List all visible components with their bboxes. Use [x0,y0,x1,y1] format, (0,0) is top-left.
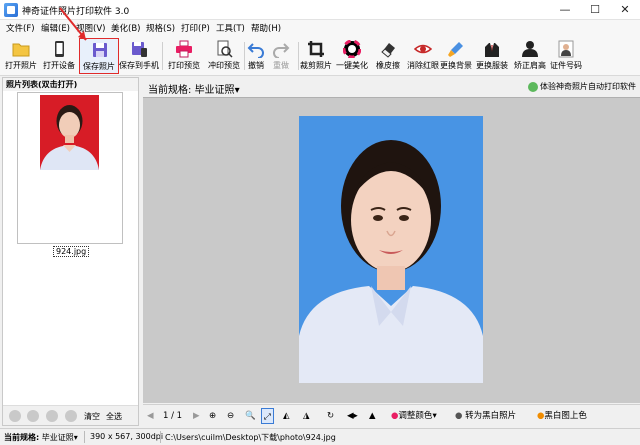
photo-canvas[interactable] [143,97,640,403]
rotate-icon[interactable]: ↻ [327,408,334,424]
arrow-right-icon [528,81,538,92]
photo-thumbnail[interactable] [17,92,123,244]
experience-link-label: 体验神奇照片自动打印软件 [540,82,636,91]
save-phone-icon [132,42,147,57]
current-spec-value: 毕业证照 [194,85,235,96]
flip-left-icon[interactable]: ◭ [283,408,290,424]
id-photo-icon [558,40,574,58]
printer-icon [176,40,192,58]
eraser-icon [381,43,395,58]
menu-spec[interactable]: 规格(S) [146,22,175,34]
add-icon[interactable] [46,410,58,422]
thumbnail-image [40,95,99,170]
id-number-label: 证件号码 [550,61,582,70]
experience-link[interactable]: 体验神奇照片自动打印软件 [528,81,636,92]
open-device-button[interactable]: 打开设备 [39,38,79,74]
photo-list-actions: 清空 全选 [3,405,138,425]
menu-beautify[interactable]: 美化(B) [111,22,140,34]
page-indicator: 1 / 1 [163,411,183,421]
photo-list-panel: 照片列表(双击打开) 924.jpg 清空 全选 [2,77,139,426]
app-icon [4,3,18,17]
status-divider [160,431,161,443]
status-divider [84,431,85,443]
brush-icon [448,42,463,57]
crop-icon [308,41,324,57]
prev-page-icon[interactable]: ◀ [147,408,154,424]
adjust-color-label: 调整颜色 [398,411,433,421]
zoom-out-icon[interactable]: ⊖ [227,408,234,424]
next-page-icon[interactable]: ▶ [193,408,200,424]
minimize-button[interactable]: — [550,0,580,20]
person-bw-icon: ● [455,411,463,421]
clear-button[interactable]: 清空 [84,411,100,422]
window-title: 神奇证件照片打印软件 3.0 [22,7,130,17]
mirror-vertical-icon[interactable]: ◀▸ [347,408,358,424]
photo-list-header: 照片列表(双击打开) [3,78,138,91]
current-spec-label: 当前规格: [148,85,192,96]
redo-icon [273,43,290,58]
folder-icon [12,43,30,57]
status-size: 390 x 567, 300dpi [90,432,164,441]
print-preview-button[interactable]: 打印预览 [164,38,204,74]
eye-icon [414,44,432,54]
menu-print[interactable]: 打印(P) [181,22,210,34]
suit-icon [485,43,499,57]
fit-window-icon[interactable]: ⤢ [261,408,274,424]
menu-edit[interactable]: 编辑(E) [41,22,70,34]
menu-view[interactable]: 视图(V) [76,22,105,34]
select-all-button[interactable]: 全选 [106,411,122,422]
current-spec[interactable]: 当前规格: 毕业证照▾ [148,81,240,96]
thumbnail-filename: 924.jpg [53,246,90,257]
maximize-button[interactable]: ☐ [580,0,610,20]
id-photo [299,116,483,383]
to-bw-button[interactable]: ● 转为黑白照片 [455,408,516,424]
save-to-phone-button[interactable]: 保存到手机 [119,38,159,74]
title-bar: 神奇证件照片打印软件 3.0 — ☐ ✕ [0,0,640,20]
save-to-phone-label: 保存到手机 [119,61,159,70]
bw-colorize-button[interactable]: ●黑白图上色 [537,408,587,424]
mirror-horizontal-icon[interactable]: ▲ [369,408,376,424]
status-bar: 当前规格: 毕业证照▾ 390 x 567, 300dpi C:\Users\c… [0,428,640,445]
chevron-down-icon: ▾ [234,85,240,96]
delete-icon[interactable] [65,410,77,422]
view-toolbar: ◀ 1 / 1 ▶ ⊕ ⊖ 🔍 ⤢ ◭ ◮ ↻ ◀▸ ▲ ●调整颜色▾ ● 转为… [143,404,640,426]
zoom-fit-icon[interactable]: 🔍 [245,408,256,424]
status-spec[interactable]: 当前规格: 毕业证照▾ [4,432,78,443]
print-preview-icon [217,40,233,58]
move-down-icon[interactable] [27,410,39,422]
move-up-icon[interactable] [9,410,21,422]
adjust-color-button[interactable]: ●调整颜色▾ [391,408,437,424]
status-path: C:\Users\cuilm\Desktop\下载\photo\924.jpg [165,433,336,442]
color-wheel-icon [343,40,361,58]
close-button[interactable]: ✕ [610,0,640,20]
phone-icon [55,41,64,57]
chevron-down-icon: ▾ [432,411,437,421]
menu-bar: 文件(F) 编辑(E) 视图(V) 美化(B) 规格(S) 打印(P) 工具(T… [0,20,640,36]
flip-right-icon[interactable]: ◮ [303,408,310,424]
main-toolbar: 打开照片 打开设备 保存照片 保存到手机 打印预览 冲印预览 撤销 重做 裁剪照… [0,36,640,76]
status-spec-value: 毕业证照 [41,433,74,442]
status-spec-label: 当前规格: [4,433,40,442]
to-bw-label: 转为黑白照片 [465,411,517,421]
menu-help[interactable]: 帮助(H) [251,22,281,34]
zoom-in-icon[interactable]: ⊕ [209,408,216,424]
menu-file[interactable]: 文件(F) [6,22,35,34]
id-number-button[interactable]: 证件号码 [546,38,586,74]
shoulder-icon [522,41,538,57]
save-photo-button[interactable]: 保存照片 [79,38,119,74]
main-header: 当前规格: 毕业证照▾ 体验神奇照片自动打印软件 [143,77,640,97]
menu-tools[interactable]: 工具(T) [216,22,245,34]
bw-colorize-label: 黑白图上色 [544,411,587,421]
save-icon [93,43,107,57]
